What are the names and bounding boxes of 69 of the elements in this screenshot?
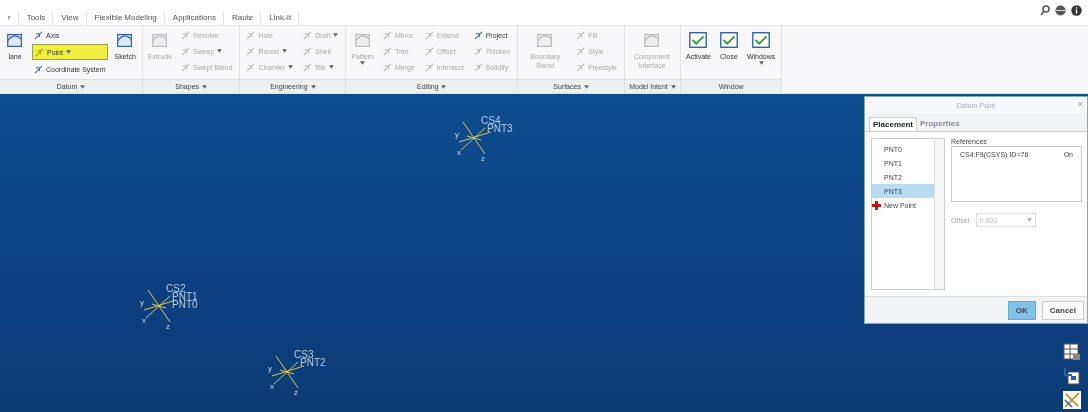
- tool-icon: [424, 62, 434, 72]
- tool-icon: [473, 62, 483, 72]
- tool-icon: [576, 30, 586, 40]
- axis-label: x: [457, 148, 461, 157]
- tool-icon: [424, 46, 434, 56]
- axis-label: z: [166, 322, 170, 331]
- caret-icon: [441, 84, 447, 89]
- tool-icon: [424, 30, 434, 40]
- caret-icon: [310, 84, 316, 89]
- tool-icon: [303, 62, 313, 72]
- scrollbar[interactable]: [934, 139, 944, 289]
- tool-icon: [246, 62, 256, 72]
- datum-label: PNT2: [300, 358, 326, 368]
- dialog-button[interactable]: OK: [1007, 300, 1036, 320]
- tool-icon: [576, 62, 586, 72]
- caret-icon: [80, 84, 86, 89]
- caret-icon: [282, 49, 287, 53]
- tool-icon: [181, 62, 191, 72]
- caret-icon: [360, 61, 366, 65]
- tool-icon: [473, 46, 483, 56]
- datum-label: PNT1: [172, 292, 198, 302]
- insert-icon[interactable]: [1062, 366, 1082, 386]
- caret-icon: [333, 33, 339, 37]
- axis-label: y: [455, 130, 459, 139]
- tool-icon: [246, 30, 256, 40]
- datum-label: CS3: [294, 350, 314, 360]
- tool-icon: [473, 30, 483, 40]
- datum-label: CS2: [166, 284, 186, 294]
- tool-icon: [751, 30, 772, 50]
- tool-icon: [688, 30, 709, 50]
- caret-icon: [288, 65, 294, 69]
- dialog-tab[interactable]: Placement: [869, 117, 918, 131]
- datum-label: PNT0: [172, 300, 198, 310]
- caret-icon: [1026, 218, 1032, 222]
- search-icon[interactable]: [1040, 5, 1050, 16]
- tool-icon: [576, 46, 586, 56]
- help-icon[interactable]: [1071, 5, 1082, 16]
- datum-label: CS4: [481, 116, 501, 126]
- caret-icon: [670, 84, 676, 89]
- tool-icon: [34, 64, 43, 74]
- axis-label: x: [142, 316, 146, 325]
- datum-label: PNT3: [487, 124, 513, 134]
- tool-icon: [34, 30, 43, 40]
- plus-icon: [872, 200, 881, 210]
- axis-label: x: [270, 382, 274, 391]
- globe-icon[interactable]: [1055, 5, 1066, 16]
- tool-icon: [718, 30, 739, 50]
- axis-label: y: [140, 298, 144, 307]
- axis-label: y: [268, 364, 272, 373]
- tool-icon: [181, 46, 191, 56]
- axis-label: z: [481, 154, 485, 163]
- caret-icon: [583, 84, 589, 89]
- table-icon[interactable]: [1062, 342, 1082, 362]
- caret-icon: [217, 49, 223, 53]
- dialog-button[interactable]: Cancel: [1041, 300, 1084, 320]
- tool-icon: [181, 30, 191, 40]
- caret-icon: [202, 84, 208, 89]
- tool-icon: [303, 46, 313, 56]
- tool-icon: [382, 46, 392, 56]
- tool-icon: [382, 62, 392, 72]
- caret-icon: [65, 50, 71, 54]
- caret-icon: [328, 65, 334, 69]
- tool-icon: [382, 30, 392, 40]
- caret-icon: [758, 61, 764, 65]
- tool-icon: [303, 30, 313, 40]
- tool-icon: [246, 46, 256, 56]
- datum-icon[interactable]: [1062, 390, 1082, 410]
- axis-label: z: [294, 388, 298, 397]
- tool-icon: [35, 47, 44, 57]
